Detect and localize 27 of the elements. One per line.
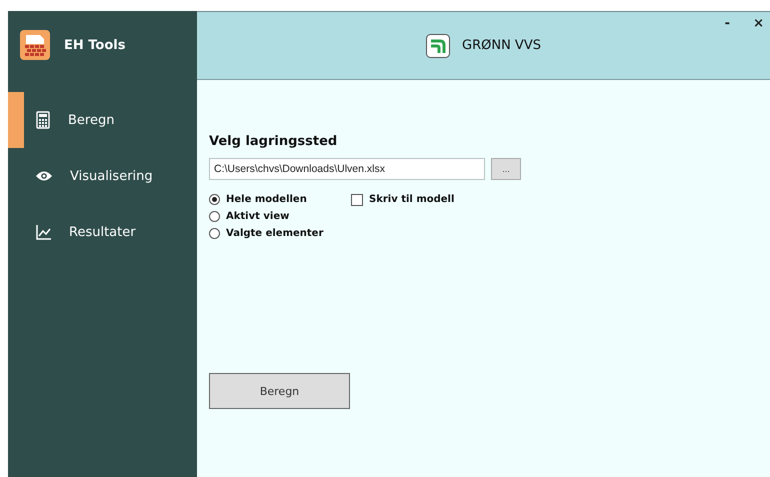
header-title: GRØNN VVS	[462, 38, 541, 53]
app-title: EH Tools	[64, 38, 126, 52]
radio-label: Valgte elementer	[226, 228, 324, 239]
checkbox-label: Skriv til modell	[369, 194, 454, 205]
nav-item[interactable]: Resultater	[8, 204, 197, 260]
radio-button[interactable]	[209, 228, 220, 239]
radio-option[interactable]: Valgte elementer	[209, 226, 351, 241]
section-title: Velg lagringssted	[209, 134, 338, 149]
eye-icon	[36, 170, 52, 182]
browse-button[interactable]: ...	[491, 158, 521, 180]
checkbox[interactable]	[351, 194, 363, 206]
pipe-logo	[426, 34, 450, 58]
radio-option[interactable]: Aktivt view	[209, 209, 351, 224]
radio-label: Hele modellen	[226, 194, 307, 205]
minimize-button[interactable]: -	[720, 14, 734, 33]
checkbox-option[interactable]: Skriv til modell	[351, 192, 770, 207]
radio-option[interactable]: Hele modellen	[209, 192, 351, 207]
radio-label: Aktivt view	[226, 211, 290, 222]
radio-button[interactable]	[209, 211, 220, 222]
brick-wall-logo	[20, 30, 50, 60]
line-chart-icon	[36, 224, 51, 240]
calculator-icon	[36, 111, 50, 129]
close-button[interactable]: ×	[749, 14, 768, 33]
nav-item[interactable]: Visualisering	[8, 148, 197, 204]
calculate-button[interactable]: Beregn	[209, 373, 350, 409]
path-field[interactable]: C:\Users\chvs\Downloads\Ulven.xlsx	[209, 158, 485, 180]
radio-button[interactable]	[209, 194, 220, 205]
